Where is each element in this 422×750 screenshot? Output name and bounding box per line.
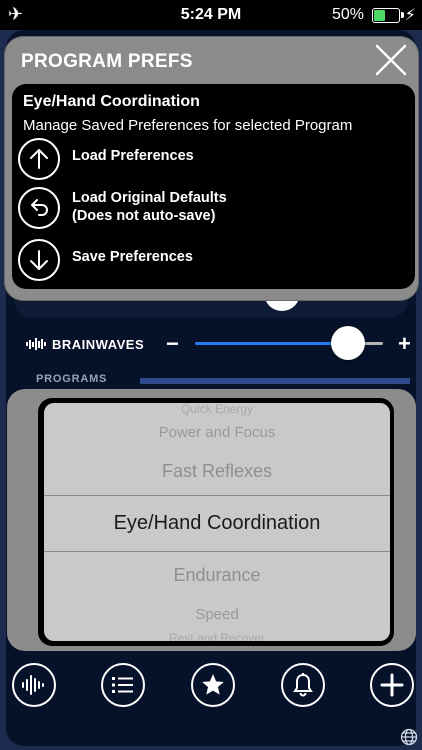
globe-icon[interactable] — [400, 728, 418, 746]
picker-item[interactable]: Endurance — [44, 565, 390, 586]
brainwaves-row: BRAINWAVES − + — [0, 326, 422, 362]
list-icon[interactable] — [101, 663, 145, 707]
picker-selection-top — [44, 495, 390, 496]
status-bar: ✈ 5:24 PM 50% ⚡ — [0, 0, 422, 30]
load-preferences-button[interactable]: Load Preferences — [18, 138, 408, 182]
charging-icon: ⚡ — [404, 7, 416, 24]
modal-title: PROGRAM PREFS — [21, 51, 193, 72]
load-original-defaults-button[interactable]: Load Original Defaults (Does not auto-sa… — [18, 187, 408, 231]
brainwaves-label: BRAINWAVES — [52, 337, 145, 352]
load-preferences-label: Load Preferences — [72, 148, 194, 164]
programs-label: PROGRAMS — [36, 373, 108, 385]
load-defaults-label: Load Original Defaults — [72, 190, 227, 206]
battery-icon — [372, 8, 404, 23]
program-name: Eye/Hand Coordination — [23, 93, 200, 110]
brainwaves-icon — [26, 337, 46, 351]
star-icon[interactable] — [191, 663, 235, 707]
undo-arrow-icon — [18, 187, 60, 229]
picker-item[interactable]: Power and Focus — [44, 424, 390, 441]
arrow-down-icon — [18, 239, 60, 281]
brainwaves-slider[interactable] — [195, 326, 383, 360]
brainwaves-increase-button[interactable]: + — [398, 331, 411, 357]
picker-item[interactable]: Fast Reflexes — [44, 461, 390, 482]
close-icon[interactable] — [374, 43, 408, 77]
program-prefs-modal: PROGRAM PREFS Eye/Hand Coordination Mana… — [5, 37, 418, 300]
picker-selection-bottom — [44, 551, 390, 552]
slider-knob[interactable] — [331, 326, 365, 360]
picker-item[interactable]: Speed — [44, 606, 390, 623]
bell-icon[interactable] — [281, 663, 325, 707]
battery-percent: 50% — [331, 6, 364, 23]
prefs-card: Eye/Hand Coordination Manage Saved Prefe… — [12, 84, 415, 289]
slider-track-filled — [195, 342, 347, 345]
picker-selected-item[interactable]: Eye/Hand Coordination — [44, 512, 390, 535]
prefs-subtitle: Manage Saved Preferences for selected Pr… — [23, 117, 353, 134]
picker-item[interactable]: Quick Energy — [44, 403, 390, 416]
save-preferences-label: Save Preferences — [72, 249, 193, 265]
program-picker[interactable]: Quick Energy Power and Focus Fast Reflex… — [44, 403, 390, 641]
brainwaves-decrease-button[interactable]: − — [166, 331, 179, 357]
load-defaults-note: (Does not auto-save) — [72, 208, 216, 224]
picker-item[interactable]: Rest and Recover — [44, 631, 390, 641]
plus-icon[interactable] — [370, 663, 414, 707]
waveform-icon[interactable] — [12, 663, 56, 707]
save-preferences-button[interactable]: Save Preferences — [18, 239, 408, 283]
programs-divider — [140, 378, 410, 384]
arrow-up-icon — [18, 138, 60, 180]
